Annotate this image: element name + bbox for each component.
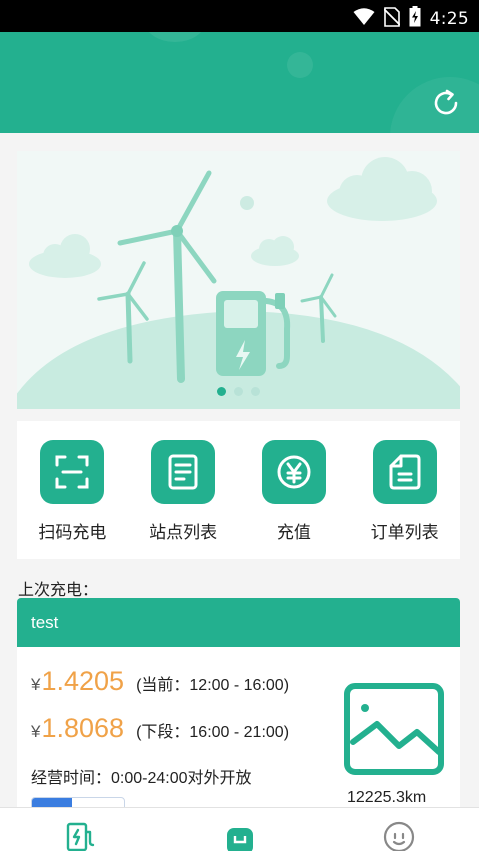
refresh-button[interactable] (431, 88, 461, 118)
next-price: 1.8068 (41, 713, 125, 743)
yuan-coin-icon (261, 440, 326, 504)
battery-charging-icon (409, 6, 421, 32)
header-decoration (145, 32, 205, 42)
carousel-dot[interactable] (217, 387, 226, 396)
order-list-label: 订单列表 (370, 523, 439, 542)
carousel-dot[interactable] (234, 387, 243, 396)
status-clock: 4:25 (429, 9, 469, 29)
carousel-indicator[interactable] (17, 387, 460, 396)
order-document-icon (372, 440, 437, 504)
bottom-tab-bar (0, 807, 479, 851)
station-distance: 12225.3km (347, 789, 427, 806)
station-card-header[interactable]: test (17, 598, 460, 647)
tab-profile[interactable] (319, 808, 479, 851)
wind-turbine-charging-illustration (17, 157, 460, 409)
home-icon (223, 820, 257, 851)
image-placeholder-icon (343, 682, 445, 776)
profile-icon (382, 820, 416, 851)
station-list-label: 站点列表 (149, 523, 218, 542)
scan-charge-button[interactable]: 扫码充电 (17, 421, 128, 559)
currency-symbol: ¥ (31, 722, 41, 741)
refresh-icon (431, 89, 461, 122)
list-document-icon (151, 440, 216, 504)
station-card-body[interactable]: ¥ 1.4205 (当前：12:00 - 16:00) ¥ 1.8068 (下段… (17, 647, 460, 827)
current-period: (当前：12:00 - 16:00) (136, 677, 290, 694)
status-bar: 4:25 (0, 0, 479, 32)
next-period: (下段：16:00 - 21:00) (136, 724, 290, 741)
last-charge-title: 上次充电： (18, 582, 99, 599)
quick-actions: 扫码充电 站点列表 充值 订单列表 (17, 421, 460, 559)
status-icons: 4:25 (353, 6, 469, 32)
current-price-row: ¥ 1.4205 (当前：12:00 - 16:00) (31, 666, 289, 697)
wifi-icon (353, 7, 375, 31)
operating-hours: 经营时间：0:00-24:00对外开放 (31, 770, 252, 787)
recharge-label: 充值 (276, 523, 311, 542)
no-sim-icon (382, 6, 401, 32)
station-list-button[interactable]: 站点列表 (128, 421, 239, 559)
scan-icon (40, 440, 105, 504)
charger-icon (63, 820, 97, 851)
header-decoration (287, 52, 313, 78)
promo-banner[interactable] (17, 151, 460, 409)
station-name: test (31, 613, 59, 632)
scan-charge-label: 扫码充电 (38, 523, 107, 542)
tab-home[interactable] (160, 808, 320, 851)
next-price-row: ¥ 1.8068 (下段：16:00 - 21:00) (31, 713, 289, 744)
current-price: 1.4205 (41, 666, 125, 696)
tab-charging[interactable] (0, 808, 160, 851)
recharge-button[interactable]: 充值 (239, 421, 350, 559)
order-list-button[interactable]: 订单列表 (349, 421, 460, 559)
app-header (0, 32, 479, 133)
currency-symbol: ¥ (31, 675, 41, 694)
carousel-dot[interactable] (251, 387, 260, 396)
